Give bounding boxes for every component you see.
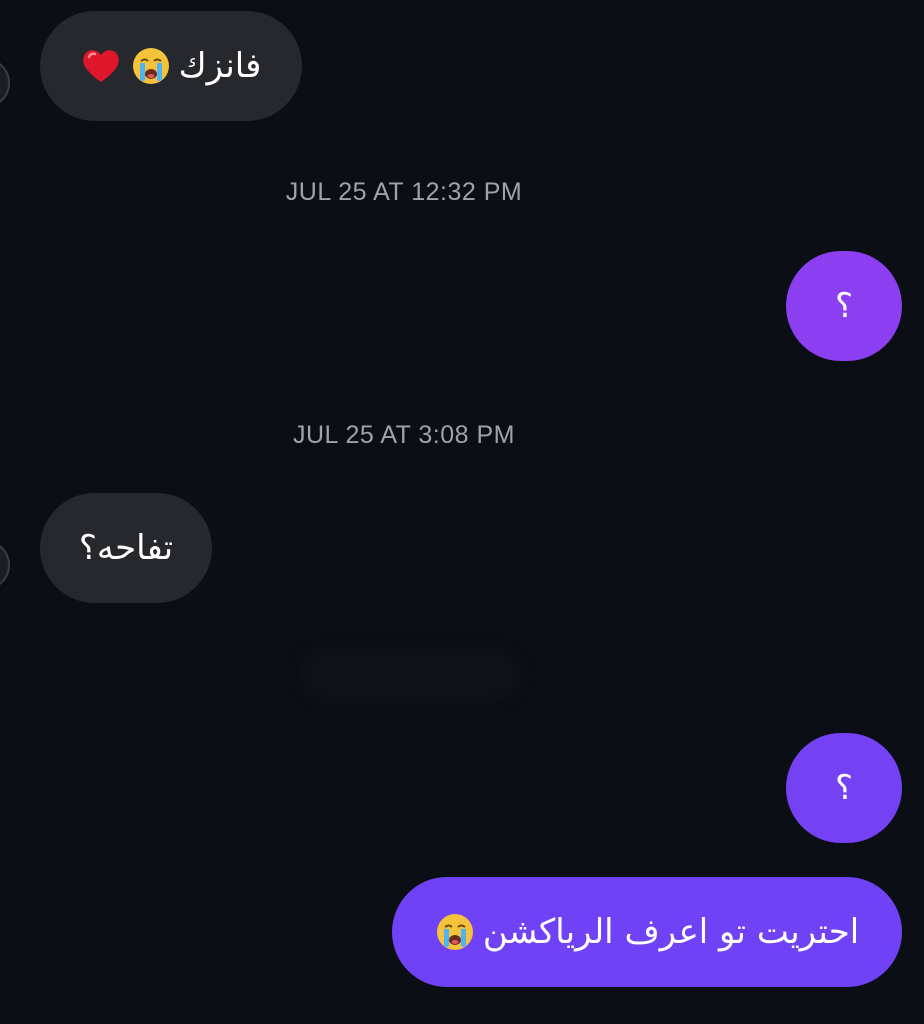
message-bubble-outgoing[interactable]: ؟ <box>786 733 902 843</box>
crying-face-emoji <box>436 914 473 950</box>
red-heart-emoji <box>82 50 119 82</box>
message-timestamp: JUL 25 AT 3:08 PM <box>292 421 516 449</box>
message-text: احتريت تو اعرف الرياكشن <box>482 912 860 952</box>
background-artifact <box>300 650 520 700</box>
message-bubble-incoming[interactable]: فانزك <box>40 11 302 121</box>
message-text: تفاحه؟ <box>78 528 174 568</box>
sender-avatar[interactable] <box>0 540 10 590</box>
message-bubble-outgoing[interactable]: احتريت تو اعرف الرياكشن <box>392 877 902 987</box>
message-bubble-outgoing[interactable]: ؟ <box>786 251 902 361</box>
crying-face-emoji <box>132 48 169 84</box>
message-text: ؟ <box>834 286 854 326</box>
message-text: ؟ <box>834 768 854 808</box>
message-bubble-incoming[interactable]: تفاحه؟ <box>40 493 212 603</box>
message-timestamp: JUL 25 AT 12:32 PM <box>285 178 523 206</box>
message-text: فانزك <box>178 46 262 86</box>
sender-avatar[interactable] <box>0 58 10 108</box>
